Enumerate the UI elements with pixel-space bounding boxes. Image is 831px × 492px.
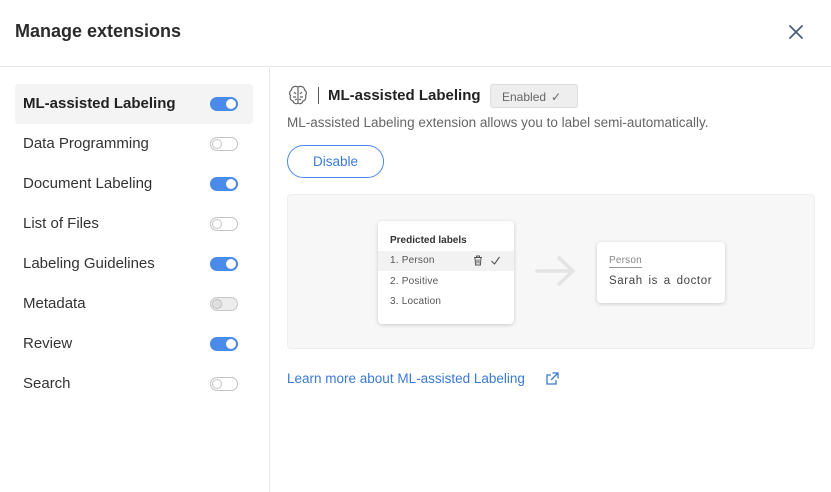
brain-icon [287, 84, 309, 106]
sidebar-item-label: Metadata [23, 295, 86, 312]
sidebar-item-review[interactable]: Review [15, 324, 253, 364]
sidebar-item-label: Search [23, 375, 71, 392]
sidebar-item-labeling-guidelines[interactable]: Labeling Guidelines [15, 244, 253, 284]
predicted-label-text: 1. Person [390, 255, 435, 266]
sidebar-item-ml-assisted-labeling[interactable]: ML-assisted Labeling [15, 84, 253, 124]
arrow-right-icon [535, 255, 577, 287]
toggle-knob [226, 259, 236, 269]
toggle-search[interactable] [210, 377, 238, 391]
modal-title: Manage extensions [15, 21, 182, 41]
sidebar-item-list-of-files[interactable]: List of Files [15, 204, 253, 244]
result-text: Sarah is a doctor [609, 275, 713, 287]
toggle-review[interactable] [210, 337, 238, 351]
toggle-knob [226, 99, 236, 109]
predicted-label-text: 3. Location [390, 296, 442, 307]
predicted-labels-card: Predicted labels 1. Person 2. Positive 3… [378, 221, 514, 324]
predicted-labels-title: Predicted labels [390, 235, 467, 246]
sidebar-item-label: ML-assisted Labeling [23, 95, 176, 112]
toggle-knob [212, 139, 222, 149]
external-link-icon[interactable] [545, 371, 560, 386]
check-icon [490, 255, 501, 266]
title-separator [318, 87, 319, 104]
predicted-label-item: 3. Location [378, 292, 514, 312]
toggle-metadata [210, 297, 238, 311]
sidebar-item-document-labeling[interactable]: Document Labeling [15, 164, 253, 204]
sidebar-item-label: Review [23, 335, 73, 352]
toggle-document-labeling[interactable] [210, 177, 238, 191]
predicted-label-item: 2. Positive [378, 272, 514, 292]
sidebar-item-label: Data Programming [23, 135, 149, 152]
sidebar-item-label: Labeling Guidelines [23, 255, 155, 272]
extension-description: ML-assisted Labeling extension allows yo… [287, 115, 709, 130]
status-badge: Enabled ✓ [490, 84, 578, 108]
modal-header: Manage extensions [0, 0, 831, 67]
trash-icon [473, 255, 483, 266]
check-icon: ✓ [551, 90, 562, 104]
toggle-knob [212, 299, 222, 309]
disable-button[interactable]: Disable [287, 145, 384, 178]
predicted-label-item: 1. Person [378, 251, 514, 271]
toggle-list-of-files[interactable] [210, 217, 238, 231]
toggle-knob [212, 379, 222, 389]
toggle-knob [226, 179, 236, 189]
toggle-labeling-guidelines[interactable] [210, 257, 238, 271]
close-icon[interactable] [786, 22, 806, 42]
toggle-ml-assisted-labeling[interactable] [210, 97, 238, 111]
sidebar-item-search[interactable]: Search [15, 364, 253, 404]
result-label: Person [609, 255, 642, 268]
extension-detail: ML-assisted Labeling Enabled ✓ ML-assiste… [271, 68, 831, 492]
extensions-sidebar: ML-assisted Labeling Data Programming Do… [0, 68, 270, 492]
status-badge-label: Enabled [502, 90, 547, 104]
labeled-result-card: Person Sarah is a doctor [597, 242, 725, 303]
predicted-label-text: 2. Positive [390, 276, 439, 287]
sidebar-item-data-programming[interactable]: Data Programming [15, 124, 253, 164]
toggle-data-programming[interactable] [210, 137, 238, 151]
extension-title: ML-assisted Labeling [328, 87, 481, 104]
learn-more-link[interactable]: Learn more about ML-assisted Labeling [287, 371, 525, 386]
toggle-knob [226, 339, 236, 349]
toggle-knob [212, 219, 222, 229]
sidebar-item-label: List of Files [23, 215, 99, 232]
feature-preview: Predicted labels 1. Person 2. Positive 3… [287, 194, 815, 349]
sidebar-item-metadata[interactable]: Metadata [15, 284, 253, 324]
sidebar-item-label: Document Labeling [23, 175, 153, 192]
